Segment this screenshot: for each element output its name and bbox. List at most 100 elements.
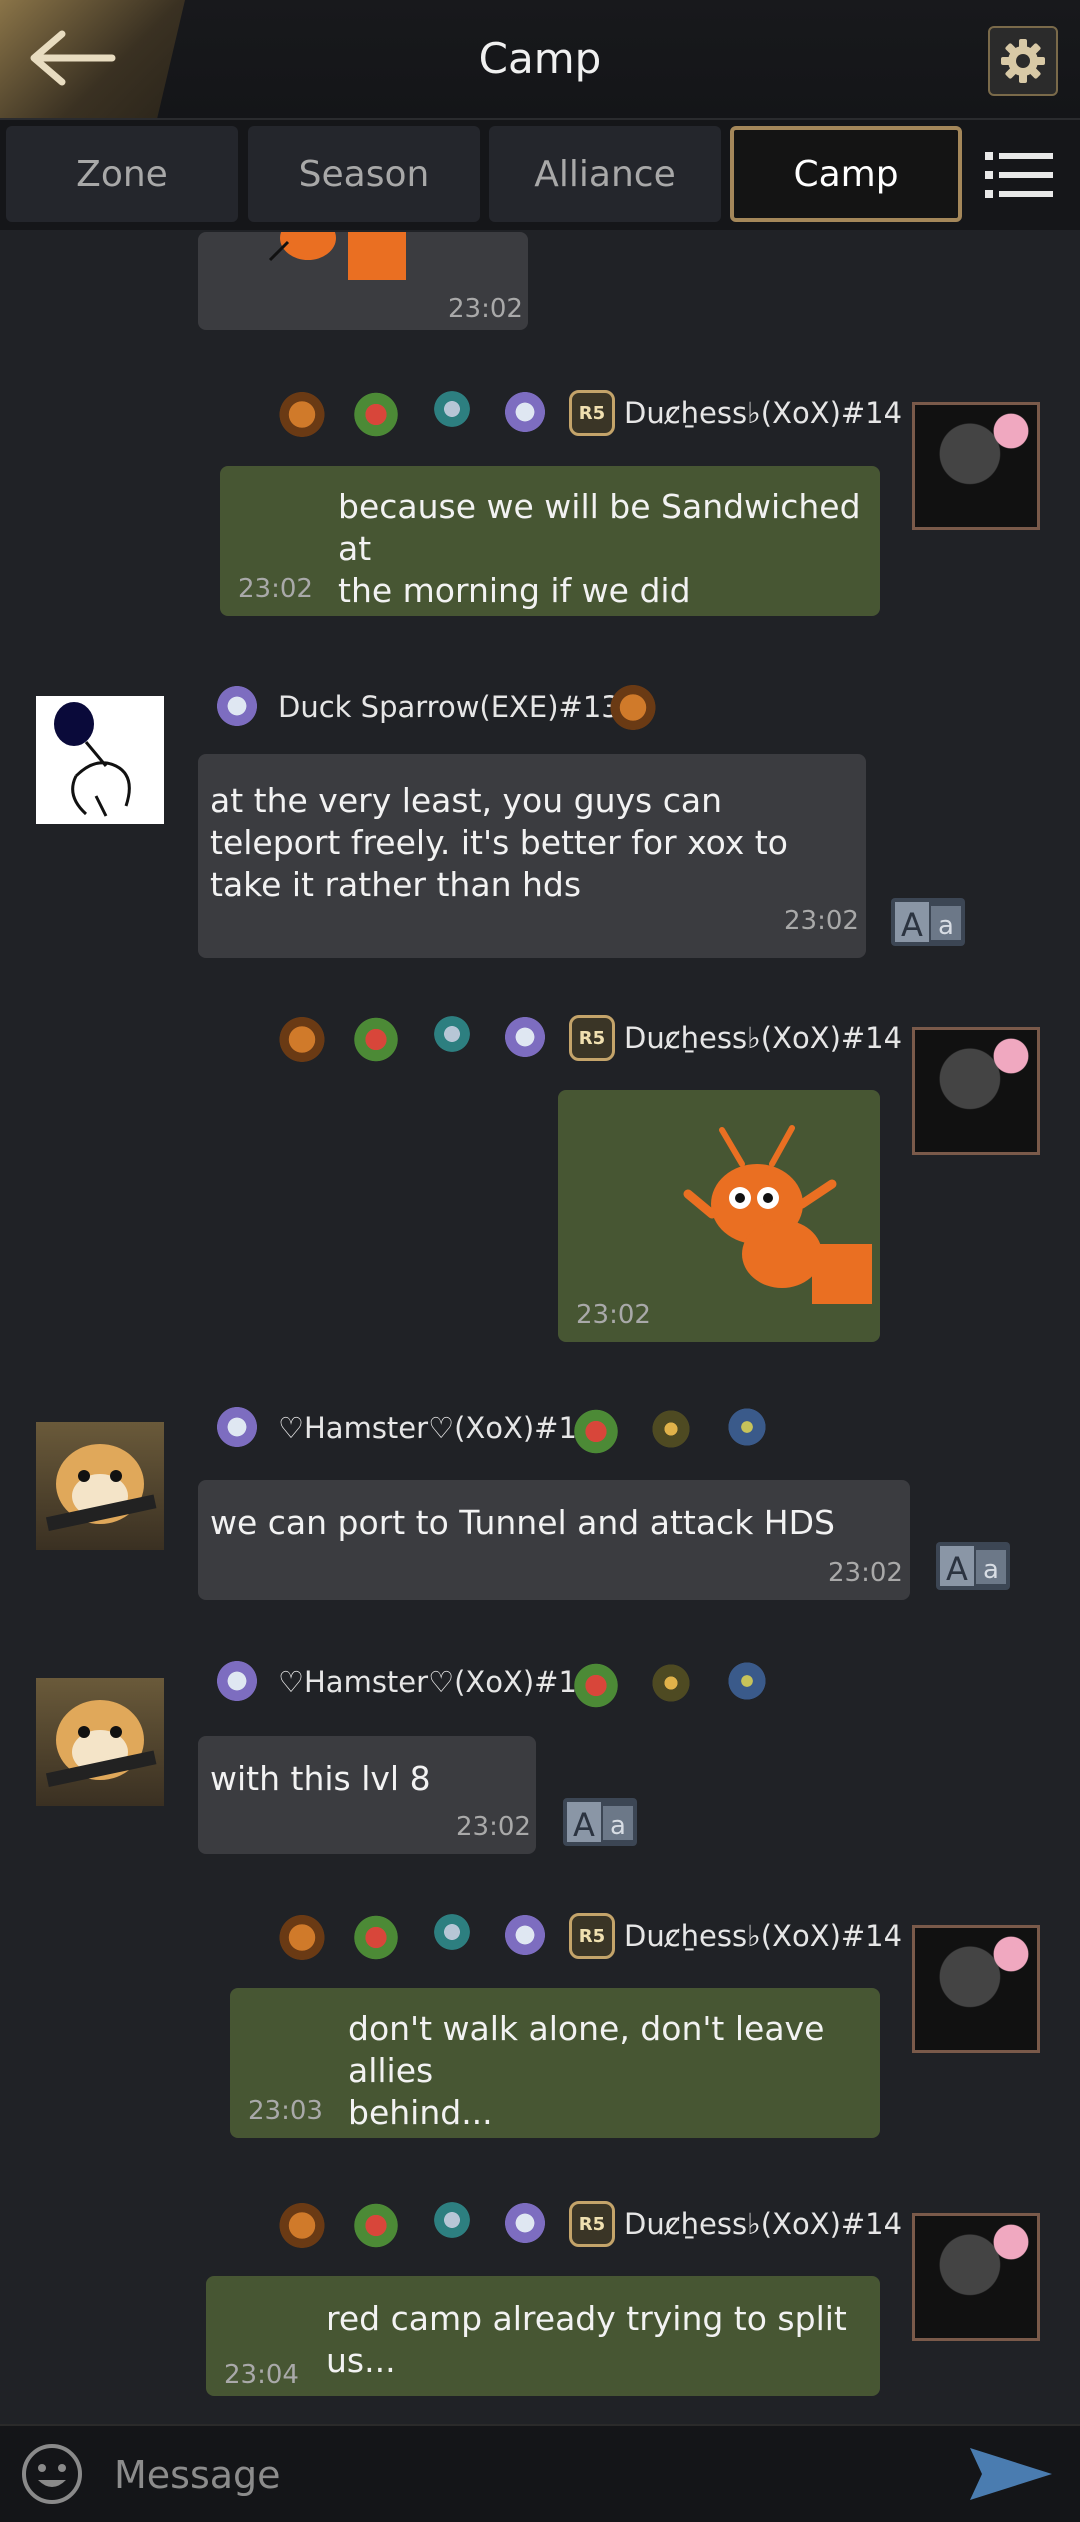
message-bubble: with this lvl 8 23:02 xyxy=(198,1736,536,1854)
settings-button[interactable] xyxy=(988,26,1058,96)
avatar[interactable] xyxy=(36,1678,164,1806)
tab-camp[interactable]: Camp xyxy=(730,126,962,222)
message-time: 23:04 xyxy=(224,2360,299,2390)
message-time: 23:02 xyxy=(456,1812,531,1842)
avatar[interactable] xyxy=(912,402,1040,530)
message-text: with this lvl 8 xyxy=(210,1759,431,1798)
medal-icon xyxy=(212,681,262,731)
message-text: red camp already trying to split us... xyxy=(326,2299,847,2380)
medal-icon xyxy=(500,387,550,437)
tab-zone[interactable]: Zone xyxy=(6,126,238,222)
medal-icon xyxy=(277,387,327,437)
translate-button[interactable]: A a xyxy=(563,1798,637,1846)
medal-icon xyxy=(277,2198,327,2248)
svg-text:A: A xyxy=(946,1550,968,1588)
sender-name: Duck Sparrow(EXE)#133 xyxy=(278,690,639,724)
medal-icon xyxy=(500,1012,550,1062)
top-bar: Camp xyxy=(0,0,1080,120)
sender-name: Duc̷ẖess♭(XoX)#14 xyxy=(624,396,903,430)
medal-icon xyxy=(351,2198,401,2248)
ant-sticker xyxy=(683,1125,872,1304)
medal-icon xyxy=(608,680,658,730)
translate-icon: A a xyxy=(895,902,961,944)
message-input[interactable] xyxy=(112,2444,916,2506)
translate-button[interactable]: A a xyxy=(891,898,965,946)
translate-icon: A a xyxy=(567,1802,633,1844)
translate-icon: A a xyxy=(940,1546,1006,1588)
menu-list-icon xyxy=(985,152,1053,198)
medal-icon xyxy=(351,387,401,437)
translate-button[interactable]: A a xyxy=(936,1542,1010,1590)
hamster-avatar xyxy=(45,1444,157,1532)
chat-feed[interactable]: 23:02 R5 Duc̷ẖess♭(XoX)#14 because we wi… xyxy=(0,232,1080,2422)
medal-icon xyxy=(722,1656,772,1706)
message-bubble: 23:02 xyxy=(198,232,528,330)
message-bubble: 23:02 xyxy=(558,1090,880,1342)
rank-badge: R5 xyxy=(569,2201,615,2247)
rank-badge: R5 xyxy=(569,1913,615,1959)
channel-tabs: Zone Season Alliance Camp xyxy=(0,120,1080,230)
medal-icon xyxy=(212,1656,262,1706)
avatar[interactable] xyxy=(36,696,164,824)
svg-text:a: a xyxy=(938,911,954,941)
gear-icon xyxy=(1001,39,1045,83)
medal-icon xyxy=(427,2195,477,2245)
medal-icon xyxy=(212,1402,262,1452)
message-text: don't walk alone, don't leave allies beh… xyxy=(348,2009,825,2132)
message-bubble: don't walk alone, don't leave allies beh… xyxy=(230,1988,880,2138)
medal-icon xyxy=(427,1907,477,1957)
rank-badge: R5 xyxy=(569,1015,615,1061)
menu-button[interactable] xyxy=(985,150,1055,204)
sender-name: Duc̷ẖess♭(XoX)#14 xyxy=(624,1021,903,1055)
avatar[interactable] xyxy=(912,1925,1040,2053)
rank-badge: R5 xyxy=(569,390,615,436)
message-text: because we will be Sandwiched at the mor… xyxy=(338,487,861,610)
svg-text:A: A xyxy=(573,1806,595,1844)
medal-icon xyxy=(351,1012,401,1062)
medal-icon xyxy=(277,1012,327,1062)
message-time: 23:02 xyxy=(448,294,523,324)
message-time: 23:02 xyxy=(784,906,859,936)
sketch-avatar xyxy=(54,702,131,817)
emoji-button[interactable] xyxy=(20,2442,84,2510)
message-time: 23:02 xyxy=(576,1300,651,1330)
medal-icon xyxy=(427,384,477,434)
message-time: 23:03 xyxy=(248,2096,323,2126)
svg-text:a: a xyxy=(983,1555,999,1585)
medal-icon xyxy=(351,1910,401,1960)
message-bubble: at the very least, you guys can teleport… xyxy=(198,754,866,958)
sender-name: ♡Hamster♡(XoX)#14 xyxy=(278,1411,596,1445)
tab-alliance[interactable]: Alliance xyxy=(489,126,721,222)
avatar[interactable] xyxy=(36,1422,164,1550)
medal-icon xyxy=(571,1658,621,1708)
svg-text:a: a xyxy=(610,1811,626,1841)
send-icon xyxy=(970,2448,1052,2500)
sender-name: Duc̷ẖess♭(XoX)#14 xyxy=(624,2207,903,2241)
message-bubble: red camp already trying to split us... 2… xyxy=(206,2276,880,2396)
send-button[interactable] xyxy=(968,2444,1054,2506)
flower-decoration xyxy=(981,2216,1037,2272)
medal-icon xyxy=(646,1404,696,1454)
message-bubble: because we will be Sandwiched at the mor… xyxy=(220,466,880,616)
medal-icon xyxy=(277,1910,327,1960)
avatar[interactable] xyxy=(912,2213,1040,2341)
page-title: Camp xyxy=(478,34,602,83)
message-bubble: we can port to Tunnel and attack HDS 23:… xyxy=(198,1480,910,1600)
medal-icon xyxy=(427,1009,477,1059)
message-text: at the very least, you guys can teleport… xyxy=(210,781,788,904)
message-time: 23:02 xyxy=(828,1558,903,1588)
sender-name: ♡Hamster♡(XoX)#14 xyxy=(278,1665,596,1699)
flower-decoration xyxy=(981,405,1037,461)
emoji-icon xyxy=(22,2444,82,2504)
tab-season[interactable]: Season xyxy=(248,126,480,222)
medal-icon xyxy=(500,2198,550,2248)
flower-decoration xyxy=(981,1030,1037,1086)
message-time: 23:02 xyxy=(238,574,313,604)
medal-icon xyxy=(500,1910,550,1960)
avatar[interactable] xyxy=(912,1027,1040,1155)
svg-text:A: A xyxy=(901,906,923,944)
medal-icon xyxy=(722,1402,772,1452)
medal-icon xyxy=(646,1658,696,1708)
hamster-avatar xyxy=(45,1700,157,1788)
medal-icon xyxy=(571,1404,621,1454)
